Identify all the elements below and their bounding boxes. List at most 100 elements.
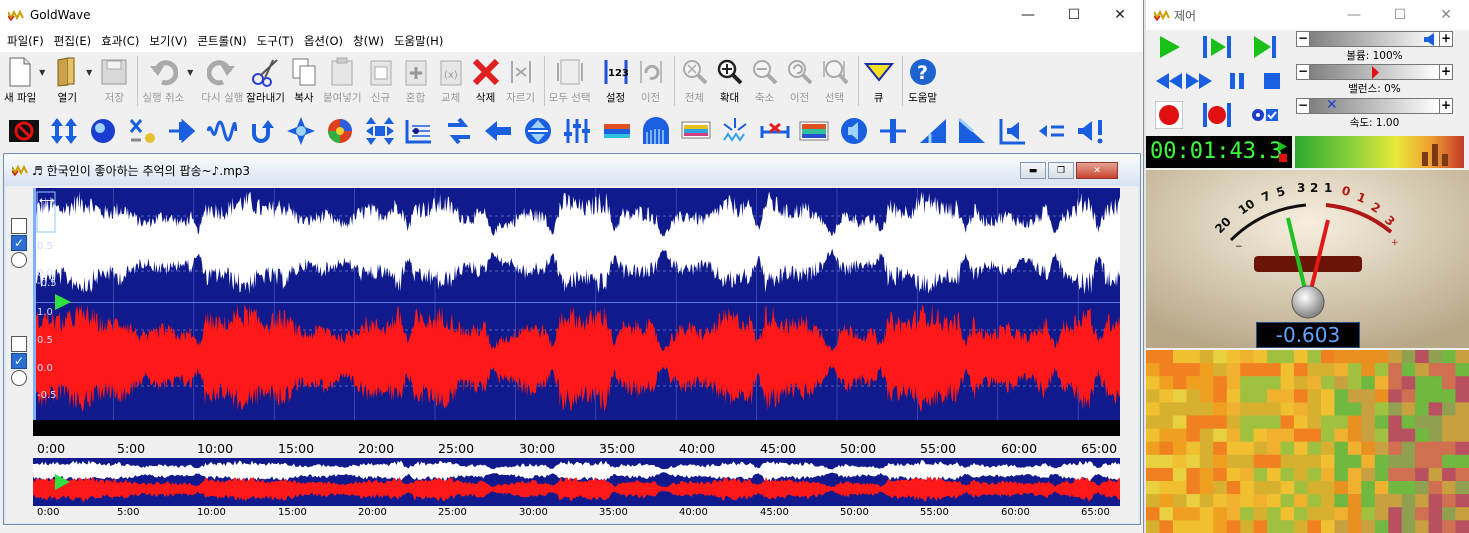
speed-marker-icon[interactable]: ✕ xyxy=(1326,97,1338,113)
rewind-button[interactable] xyxy=(1154,66,1184,96)
speed-slider[interactable]: − ✕ + xyxy=(1296,97,1453,114)
paste-new-button[interactable]: 신규 xyxy=(365,56,397,105)
help-button[interactable]: ? 도움말 xyxy=(907,56,939,105)
zoom-all-button[interactable]: 전체 xyxy=(679,56,711,105)
maximize-button[interactable]: ☐ xyxy=(1051,0,1097,30)
amplitude-arrows-icon[interactable] xyxy=(48,116,80,146)
fade-arrows-icon[interactable] xyxy=(364,116,396,146)
save-button[interactable]: 저장 xyxy=(98,56,130,105)
control-close-button[interactable]: ✕ xyxy=(1423,0,1469,30)
record-button[interactable] xyxy=(1154,100,1184,130)
pan-speaker-icon[interactable] xyxy=(838,116,870,146)
alert-speaker-icon[interactable] xyxy=(1075,116,1107,146)
zoom-selection-button[interactable]: 선택 xyxy=(819,56,851,105)
menu-help[interactable]: 도움말(H) xyxy=(389,33,448,49)
mute-speaker-icon[interactable] xyxy=(996,116,1028,146)
left-channel-box[interactable] xyxy=(11,218,27,234)
zoom-previous-button[interactable]: 이전 xyxy=(784,56,816,105)
replace-button[interactable]: (x) 교체 xyxy=(435,56,467,105)
selection-start-marker[interactable] xyxy=(33,188,36,420)
left-channel-radio[interactable] xyxy=(11,252,27,268)
play-button[interactable] xyxy=(1154,32,1184,62)
control-minimize-button[interactable]: — xyxy=(1331,0,1377,30)
left-arrow-icon[interactable] xyxy=(482,116,514,146)
silence-reduction-icon[interactable] xyxy=(798,116,830,146)
waveform-display[interactable]: 0.5 0.0 -0.5 1.0 0.5 0.0 -0.5 ⟷ xyxy=(33,188,1120,436)
speed-track[interactable]: ✕ xyxy=(1310,97,1439,114)
redo-button[interactable]: 다시 실행 xyxy=(201,56,243,105)
menu-control[interactable]: 콘트롤(N) xyxy=(192,33,251,49)
balance-track[interactable] xyxy=(1310,64,1439,80)
menu-tools[interactable]: 도구(T) xyxy=(252,33,299,49)
volume-speaker-icon[interactable] xyxy=(1423,33,1437,46)
balance-increase-button[interactable]: + xyxy=(1439,64,1453,80)
control-properties-button[interactable] xyxy=(1250,100,1280,130)
pitch-staff-icon[interactable] xyxy=(403,116,435,146)
menu-effects[interactable]: 효과(C) xyxy=(96,33,144,49)
control-maximize-button[interactable]: ☐ xyxy=(1377,0,1423,30)
zoom-in-button[interactable]: 확대 xyxy=(714,56,746,105)
open-button[interactable]: 열기 ▼ xyxy=(51,56,92,105)
equalizer-star-icon[interactable] xyxy=(285,116,317,146)
right-channel-radio[interactable] xyxy=(11,370,27,386)
cut-button[interactable]: 잘라내기 xyxy=(246,56,285,105)
right-channel-checkbox[interactable]: ✓ xyxy=(11,353,27,369)
set-button[interactable]: 123 설정 xyxy=(600,56,632,105)
volume-increase-button[interactable]: + xyxy=(1439,31,1453,47)
left-channel-checkbox[interactable]: ✓ xyxy=(11,235,27,251)
speed-increase-button[interactable]: + xyxy=(1439,98,1453,114)
zoom-out-button[interactable]: 축소 xyxy=(749,56,781,105)
volume-track[interactable] xyxy=(1310,31,1439,47)
pop-click-remove-icon[interactable] xyxy=(759,116,791,146)
balance-marker-icon[interactable] xyxy=(1370,66,1380,79)
volume-decrease-button[interactable]: − xyxy=(1296,31,1310,47)
stop-effect-icon[interactable] xyxy=(8,116,40,146)
right-channel-box[interactable] xyxy=(11,336,27,352)
channel-mixer-icon[interactable] xyxy=(127,116,159,146)
dynamics-return-icon[interactable] xyxy=(245,116,277,146)
fast-forward-button[interactable] xyxy=(1184,66,1214,96)
fade-out-icon[interactable] xyxy=(956,116,988,146)
new-file-button[interactable]: 새 파일 ▼ xyxy=(4,56,45,105)
noise-reduction-icon[interactable] xyxy=(719,116,751,146)
mix-button[interactable]: 혼합 xyxy=(400,56,432,105)
filter-bar-icon[interactable] xyxy=(601,116,633,146)
chevron-down-icon[interactable]: ▼ xyxy=(187,68,193,77)
balance-decrease-button[interactable]: − xyxy=(1296,64,1310,80)
trim-button[interactable]: 자르기 xyxy=(505,56,537,105)
play-selection-button[interactable] xyxy=(1202,32,1232,62)
offset-slider-icon[interactable] xyxy=(877,116,909,146)
chevron-down-icon[interactable]: ▼ xyxy=(39,68,45,77)
doppler-wave-icon[interactable] xyxy=(206,116,238,146)
close-button[interactable]: ✕ xyxy=(1097,0,1143,30)
overview-waveform[interactable] xyxy=(33,458,1120,506)
pause-button[interactable] xyxy=(1222,66,1252,96)
spectrum-arch-icon[interactable] xyxy=(640,116,672,146)
cue-button[interactable]: 큐 xyxy=(863,56,895,105)
menu-edit[interactable]: 편집(E) xyxy=(49,33,96,49)
equalizer-sliders-icon[interactable] xyxy=(561,116,593,146)
menu-options[interactable]: 옵션(O) xyxy=(299,33,348,49)
select-all-button[interactable]: 모두 선택 xyxy=(549,56,591,105)
echo-sphere-icon[interactable] xyxy=(87,116,119,146)
compressor-icon[interactable] xyxy=(166,116,198,146)
record-selection-button[interactable] xyxy=(1202,100,1232,130)
previous-selection-button[interactable]: 이전 xyxy=(635,56,667,105)
copy-button[interactable]: 복사 xyxy=(288,56,320,105)
stop-button[interactable] xyxy=(1257,66,1287,96)
menu-file[interactable]: 파일(F) xyxy=(2,33,49,49)
reverse-arrows-icon[interactable] xyxy=(443,116,475,146)
chevron-down-icon[interactable]: ▼ xyxy=(86,68,92,77)
sound-minimize-button[interactable]: ▬ xyxy=(1020,162,1046,179)
minimize-button[interactable]: — xyxy=(1005,0,1051,30)
menu-view[interactable]: 보기(V) xyxy=(144,33,192,49)
play-to-end-button[interactable] xyxy=(1250,32,1280,62)
volume-shaper-icon[interactable] xyxy=(917,116,949,146)
flanger-color-icon[interactable] xyxy=(324,116,356,146)
sound-close-button[interactable]: ✕ xyxy=(1076,162,1118,179)
spectrum-filter-icon[interactable] xyxy=(680,116,712,146)
paste-button[interactable]: 붙여넣기 xyxy=(323,56,362,105)
speed-decrease-button[interactable]: − xyxy=(1296,98,1310,114)
delete-button[interactable]: 삭제 xyxy=(470,56,502,105)
volume-circle-icon[interactable] xyxy=(522,116,554,146)
